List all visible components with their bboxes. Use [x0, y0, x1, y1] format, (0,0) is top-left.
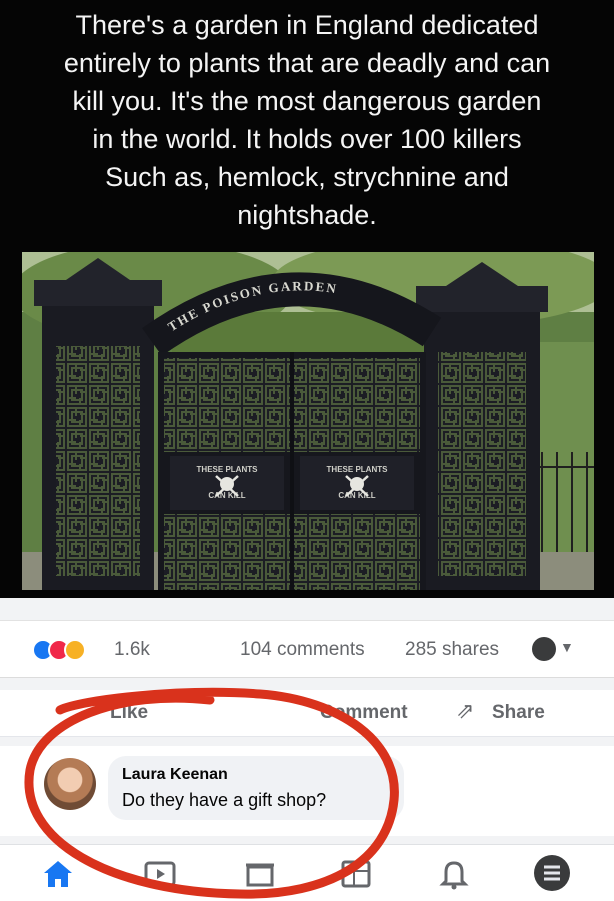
caption-line: nightshade.: [237, 200, 377, 230]
marketplace-icon[interactable]: [240, 853, 280, 893]
watch-icon[interactable]: [140, 853, 180, 893]
poison-garden-photo: THE POISON GARDEN THESE PLANTS CAN KILL …: [22, 252, 594, 590]
comment-text: Do they have a gift shop?: [122, 790, 327, 810]
like-button[interactable]: Like: [110, 702, 148, 724]
share-icon: ⇗: [456, 698, 475, 723]
reactions-bar: 1.6k 104 comments 285 shares ▼: [0, 620, 614, 678]
share-button[interactable]: Share: [492, 702, 545, 724]
commenter-avatar[interactable]: [44, 758, 96, 810]
post-actions: Like Comment ⇗ Share: [0, 690, 614, 737]
gate-sign-left-bottom: CAN KILL: [208, 491, 245, 500]
notifications-icon[interactable]: [434, 853, 474, 893]
comment-bubble: Laura Keenan Do they have a gift shop?: [108, 756, 404, 820]
meme-caption: There's a garden in England dedicated en…: [0, 6, 614, 234]
comment-button[interactable]: Comment: [320, 702, 408, 724]
caption-line: kill you. It's the most dangerous garden: [72, 86, 542, 116]
home-icon[interactable]: [38, 853, 78, 893]
gate-sign-left-top: THESE PLANTS: [197, 465, 259, 474]
caption-line: entirely to plants that are deadly and c…: [63, 48, 551, 78]
shares-count[interactable]: 285 shares: [405, 639, 499, 661]
comments-count[interactable]: 104 comments: [240, 639, 365, 661]
groups-icon[interactable]: [336, 853, 376, 893]
wow-reaction-icon: [64, 639, 86, 661]
caption-line: in the world. It holds over 100 killers: [92, 124, 522, 154]
bottom-tab-bar: [0, 844, 614, 901]
caption-line: There's a garden in England dedicated: [75, 10, 539, 40]
facebook-post-footer: 1.6k 104 comments 285 shares ▼ Like Comm…: [0, 598, 614, 901]
viewer-avatar[interactable]: [532, 637, 556, 661]
reaction-count[interactable]: 1.6k: [114, 639, 150, 661]
menu-icon[interactable]: [532, 853, 572, 893]
comment-author[interactable]: Laura Keenan: [122, 766, 228, 784]
caption-line: Such as, hemlock, strychnine and: [105, 162, 509, 192]
reaction-icons[interactable]: [32, 639, 112, 661]
gate-sign-right-top: THESE PLANTS: [327, 465, 389, 474]
chevron-down-icon[interactable]: ▼: [560, 639, 574, 655]
comment-item: Laura Keenan Do they have a gift shop?: [0, 746, 614, 836]
gate-sign-right-bottom: CAN KILL: [338, 491, 375, 500]
